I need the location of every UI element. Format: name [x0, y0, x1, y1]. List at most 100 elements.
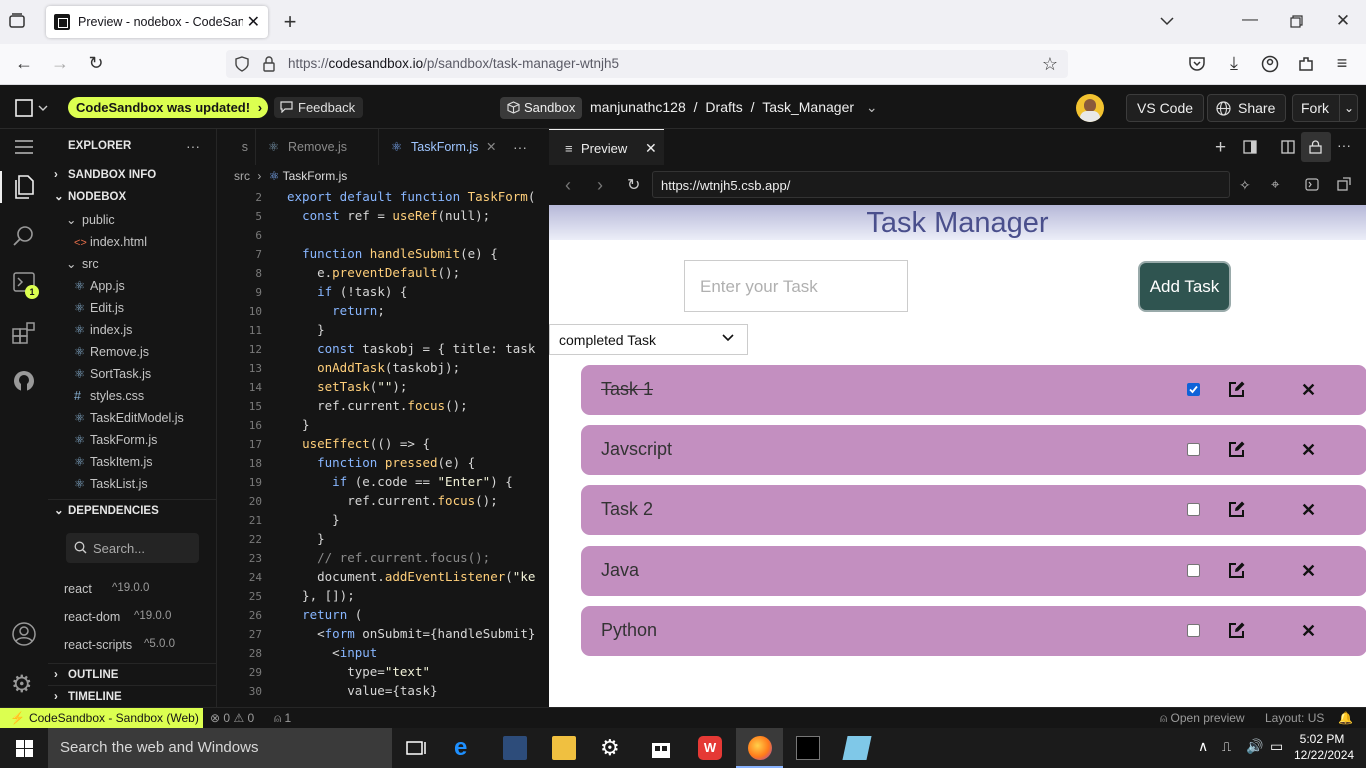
address-bar[interactable]: https://codesandbox.io/p/sandbox/task-ma…: [226, 50, 1068, 78]
delete-icon[interactable]: ✕: [1301, 561, 1316, 581]
close-window-icon[interactable]: ✕: [1333, 11, 1353, 31]
csb-logo-menu-icon[interactable]: [15, 99, 49, 117]
files-explorer-icon[interactable]: [13, 175, 35, 199]
account-icon[interactable]: [1261, 55, 1279, 73]
task-complete-checkbox[interactable]: [1187, 443, 1200, 456]
code-line[interactable]: 17 useEffect(() => {: [218, 434, 430, 453]
section-sandbox-info[interactable]: › SANDBOX INFO: [48, 164, 217, 186]
fork-button[interactable]: Fork ⌄: [1292, 94, 1358, 122]
delete-icon[interactable]: ✕: [1301, 621, 1316, 641]
open-preview-status[interactable]: ⍝ Open preview: [1160, 708, 1245, 728]
forward-icon[interactable]: →: [50, 53, 70, 73]
notifications-bell-icon[interactable]: 🔔: [1338, 708, 1353, 728]
file-tasklist-js[interactable]: ⚛ TaskList.js: [48, 473, 217, 495]
dependency-row[interactable]: react-scripts ^5.0.0: [48, 638, 217, 660]
file-sorttask-js[interactable]: ⚛ SortTask.js: [48, 363, 217, 385]
code-line[interactable]: 24 document.addEventListener("ke: [218, 567, 536, 586]
firefox-taskbar-active[interactable]: [736, 728, 783, 768]
preview-url-input[interactable]: https://wtnjh5.csb.app/: [652, 171, 1230, 198]
windows-start-icon[interactable]: [16, 740, 33, 757]
tab-overview-icon[interactable]: [8, 12, 28, 30]
explorer-more-icon[interactable]: ···: [186, 135, 200, 157]
code-line[interactable]: 26 return (: [218, 605, 363, 624]
store-icon[interactable]: [649, 736, 673, 760]
close-tab-icon[interactable]: ✕: [486, 129, 496, 165]
close-preview-icon[interactable]: ✕: [645, 140, 657, 157]
reload-icon[interactable]: ↻: [86, 53, 106, 73]
code-line[interactable]: 13 onAddTask(taskobj);: [218, 358, 460, 377]
task-complete-checkbox[interactable]: [1187, 503, 1200, 516]
code-line[interactable]: 28 <input: [218, 643, 378, 662]
bookmark-star-icon[interactable]: ☆: [1040, 54, 1060, 74]
file-edit-js[interactable]: ⚛ Edit.js: [48, 297, 217, 319]
downloads-icon[interactable]: ⤓: [1224, 53, 1244, 73]
ports-status[interactable]: ⍝ 1: [274, 708, 291, 728]
feedback-button[interactable]: Feedback: [274, 97, 364, 118]
new-tab-icon[interactable]: +: [280, 11, 300, 33]
add-task-button[interactable]: Add Task: [1138, 261, 1231, 312]
code-line[interactable]: 20 ref.current.focus();: [218, 491, 498, 510]
code-line[interactable]: 9 if (!task) {: [218, 282, 407, 301]
file-app-js[interactable]: ⚛ App.js: [48, 275, 217, 297]
back-icon[interactable]: ←: [14, 53, 34, 73]
dependency-search-input[interactable]: Search...: [66, 533, 199, 563]
code-line[interactable]: 23 // ref.current.focus();: [218, 548, 490, 567]
folder-src[interactable]: ⌄ src: [48, 253, 217, 275]
code-line[interactable]: 5 const ref = useRef(null);: [218, 206, 490, 225]
delete-icon[interactable]: ✕: [1301, 380, 1316, 400]
problems-status[interactable]: ⊗ 0 ⚠ 0: [210, 708, 254, 728]
task-view-icon[interactable]: [404, 736, 428, 760]
user-avatar[interactable]: [1076, 94, 1104, 122]
code-line[interactable]: 2 export default function TaskForm(: [218, 187, 535, 206]
delete-icon[interactable]: ✕: [1301, 440, 1316, 460]
volume-icon[interactable]: 🔊: [1246, 738, 1263, 755]
folder-public[interactable]: ⌄ public: [48, 209, 217, 231]
code-line[interactable]: 15 ref.current.focus();: [218, 396, 468, 415]
file-index-js[interactable]: ⚛ index.js: [48, 319, 217, 341]
open-new-window-icon[interactable]: [1337, 177, 1351, 191]
tracking-protection-shield-icon[interactable]: [234, 56, 250, 72]
extensions-icon[interactable]: [1297, 55, 1315, 73]
edit-icon[interactable]: [1227, 440, 1246, 459]
remote-status[interactable]: ⚡ CodeSandbox - Sandbox (Web): [0, 708, 203, 728]
edit-icon[interactable]: [1227, 500, 1246, 519]
code-line[interactable]: 12 const taskobj = { title: task: [218, 339, 536, 358]
close-tab-icon[interactable]: ✕: [247, 12, 260, 32]
preview-refresh-icon[interactable]: ↻: [627, 175, 640, 195]
wps-office-icon[interactable]: W: [698, 736, 722, 760]
edit-icon[interactable]: [1227, 621, 1246, 640]
notification-center-icon[interactable]: ▭: [1270, 738, 1283, 755]
app-icon[interactable]: [503, 736, 527, 760]
list-tabs-icon[interactable]: [1160, 14, 1174, 28]
code-line[interactable]: 27 <form onSubmit={handleSubmit}: [218, 624, 536, 643]
restore-window-icon[interactable]: [1290, 15, 1303, 28]
app-menu-icon[interactable]: ≡: [1332, 53, 1352, 73]
lock-panel-button[interactable]: [1301, 132, 1331, 162]
task-input[interactable]: Enter your Task: [684, 260, 908, 312]
code-line[interactable]: 25 }, []);: [218, 586, 355, 605]
code-line[interactable]: 29 type="text": [218, 662, 430, 681]
code-line[interactable]: 8 e.preventDefault();: [218, 263, 460, 282]
code-line[interactable]: 22 }: [218, 529, 325, 548]
file-styles-css[interactable]: # styles.css: [48, 385, 217, 407]
task-filter-select[interactable]: completed Task: [549, 324, 748, 355]
address-url[interactable]: https://codesandbox.io/p/sandbox/task-ma…: [288, 56, 619, 71]
pocket-icon[interactable]: [1188, 55, 1206, 73]
editor-tab-active[interactable]: ⚛ TaskForm.js ✕: [378, 129, 506, 165]
keyboard-layout-status[interactable]: Layout: US: [1265, 708, 1324, 728]
task-complete-checkbox[interactable]: [1187, 383, 1200, 396]
taskbar-clock[interactable]: 5:02 PM 12/22/2024: [1294, 731, 1354, 763]
file-explorer-icon[interactable]: [552, 736, 576, 760]
file-taskeditmodel-js[interactable]: ⚛ TaskEditModel.js: [48, 407, 217, 429]
code-line[interactable]: 10 return;: [218, 301, 385, 320]
file-remove-js[interactable]: ⚛ Remove.js: [48, 341, 217, 363]
share-button[interactable]: Share: [1207, 94, 1287, 122]
edit-icon[interactable]: [1227, 380, 1246, 399]
browser-tab-active[interactable]: Preview - nodebox - CodeSandbox ✕: [46, 6, 268, 38]
dependency-row[interactable]: react ^19.0.0: [48, 582, 217, 604]
editor-more-icon[interactable]: ···: [513, 129, 527, 165]
file-index-html[interactable]: <> index.html: [48, 231, 217, 253]
edit-icon[interactable]: [1227, 561, 1246, 580]
code-line[interactable]: 18 function pressed(e) {: [218, 453, 475, 472]
crosshair-icon[interactable]: ⌖: [1271, 176, 1279, 193]
